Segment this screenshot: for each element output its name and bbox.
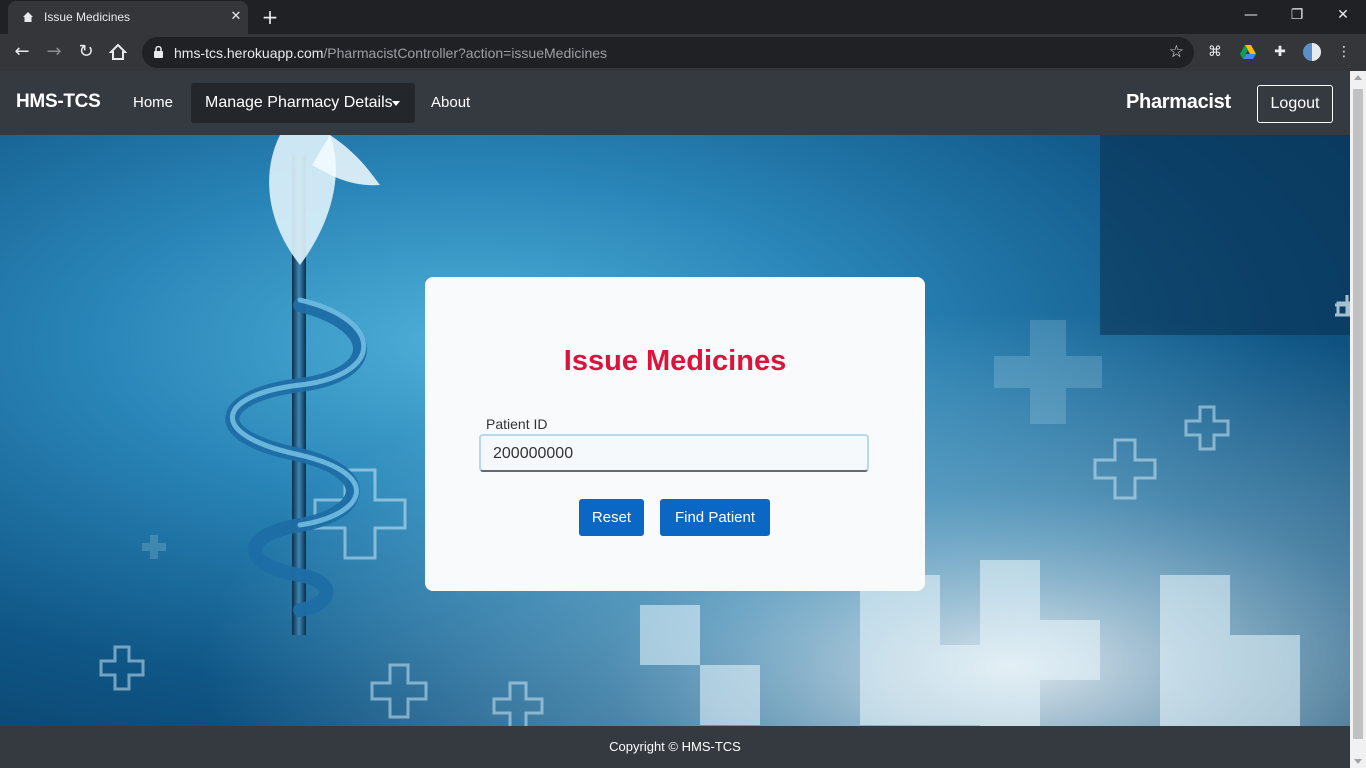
restore-icon[interactable]: ❐ xyxy=(1274,0,1320,30)
back-icon[interactable]: ← xyxy=(10,40,34,64)
extensions-puzzle-icon[interactable]: ✚ xyxy=(1270,42,1290,62)
tab-title: Issue Medicines xyxy=(44,10,131,24)
dropdown-label: Manage Pharmacy Details xyxy=(205,94,393,111)
close-window-icon[interactable]: ✕ xyxy=(1320,0,1366,30)
patient-id-label: Patient ID xyxy=(486,416,548,432)
nav-manage-pharmacy-dropdown[interactable]: Manage Pharmacy Details xyxy=(191,83,415,123)
issue-medicines-card: Issue Medicines Patient ID 200000000 Res… xyxy=(425,277,925,591)
form-title: Issue Medicines xyxy=(563,345,787,377)
chrome-menu-icon[interactable]: ⋮ xyxy=(1334,42,1354,62)
logout-button[interactable]: Logout xyxy=(1257,85,1333,123)
home-favicon-icon xyxy=(23,12,33,22)
nav-home[interactable]: Home xyxy=(133,94,173,111)
browser-toolbar: ← → ↻ hms-tcs.herokuapp.com/PharmacistCo… xyxy=(0,34,1366,71)
hero-background: Issue Medicines Patient ID 200000000 Res… xyxy=(0,135,1350,726)
drive-icon[interactable] xyxy=(1238,42,1258,62)
lock-icon xyxy=(154,46,163,58)
minimize-icon[interactable]: — xyxy=(1228,0,1274,30)
brand-logo[interactable]: HMS-TCS xyxy=(16,91,101,113)
profile-avatar[interactable] xyxy=(1302,42,1322,62)
new-tab-icon[interactable]: + xyxy=(258,5,282,29)
forward-icon[interactable]: → xyxy=(42,40,66,64)
navbar: HMS-TCS Home Manage Pharmacy Details Abo… xyxy=(0,71,1350,135)
browser-tab[interactable]: Issue Medicines ✕ xyxy=(8,1,248,34)
copyright-text: Copyright © HMS-TCS xyxy=(609,739,741,754)
nav-about[interactable]: About xyxy=(431,94,470,111)
scroll-thumb[interactable] xyxy=(1353,89,1363,739)
page-scrollbar[interactable] xyxy=(1350,71,1366,768)
address-bar[interactable]: hms-tcs.herokuapp.com/PharmacistControll… xyxy=(142,37,1194,68)
page: HMS-TCS Home Manage Pharmacy Details Abo… xyxy=(0,71,1350,768)
reset-button[interactable]: Reset xyxy=(579,499,644,536)
patient-id-input[interactable]: 200000000 xyxy=(479,434,869,472)
extension-icon[interactable]: ⌘ xyxy=(1205,42,1225,62)
patient-id-value: 200000000 xyxy=(493,445,574,462)
reload-icon[interactable]: ↻ xyxy=(74,40,98,64)
scroll-down-arrow-icon[interactable] xyxy=(1354,759,1362,764)
user-role: Pharmacist xyxy=(1126,91,1231,113)
footer: Copyright © HMS-TCS xyxy=(0,726,1350,768)
browser-tabstrip: Issue Medicines ✕ + — ❐ ✕ xyxy=(0,0,1366,34)
tab-close-icon[interactable]: ✕ xyxy=(226,7,246,27)
scroll-up-arrow-icon[interactable] xyxy=(1354,75,1362,80)
home-icon[interactable] xyxy=(106,40,130,64)
find-patient-button[interactable]: Find Patient xyxy=(660,499,770,536)
caret-down-icon xyxy=(392,101,400,106)
bookmark-star-icon[interactable]: ☆ xyxy=(1169,42,1184,62)
url-text: hms-tcs.herokuapp.com/PharmacistControll… xyxy=(174,45,608,61)
